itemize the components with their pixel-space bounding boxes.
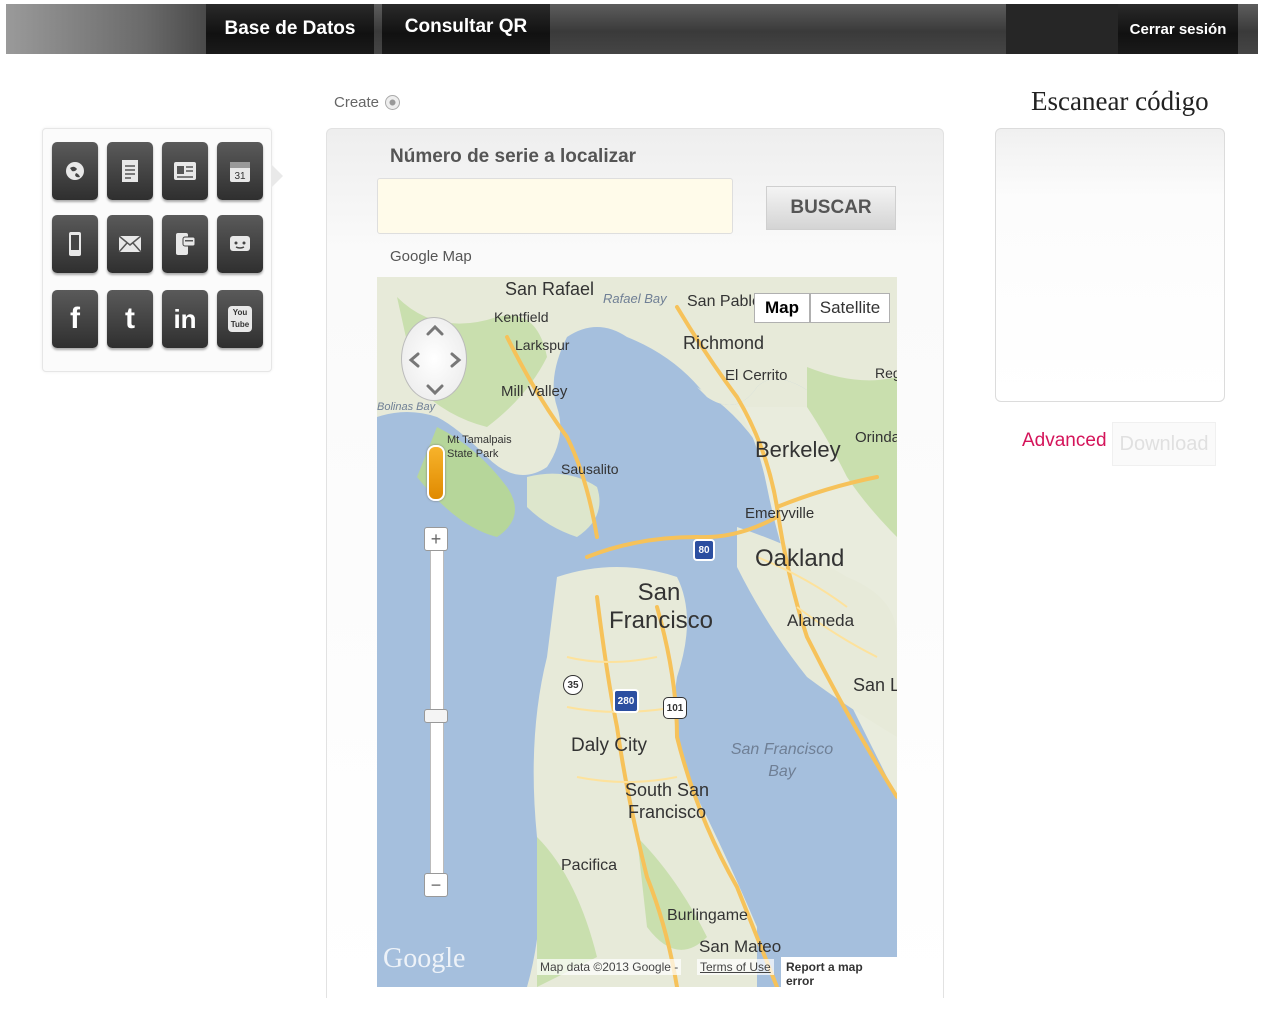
phone-icon[interactable] — [52, 215, 98, 273]
zoom-slider-handle[interactable] — [424, 709, 448, 723]
place-san-l: San L — [853, 675, 897, 695]
google-logo: Google — [383, 943, 466, 974]
place-el-cerrito: El Cerrito — [725, 367, 788, 384]
place-mill-valley: Mill Valley — [501, 383, 568, 400]
place-kentfield: Kentfield — [494, 309, 549, 325]
business-card-icon[interactable] — [162, 142, 208, 200]
qr-preview-box — [995, 128, 1225, 402]
us-101-shield: 101 — [663, 697, 687, 719]
map-label: Google Map — [390, 248, 472, 265]
place-mt-tamalpais: Mt Tamalpais State Park — [447, 434, 512, 460]
route-35-shield: 35 — [563, 675, 583, 695]
youtube-label: You Tube — [228, 306, 252, 332]
sms-icon[interactable] — [162, 215, 208, 273]
facebook-letter: f — [70, 302, 80, 335]
interstate-80-shield: 80 — [693, 539, 715, 561]
document-icon[interactable] — [107, 142, 153, 200]
navbar-background — [6, 4, 206, 54]
twitter-icon[interactable]: t — [107, 290, 153, 348]
create-option: Create — [334, 94, 401, 111]
map-type-satellite-button[interactable]: Satellite — [810, 293, 890, 323]
map-type-map-button[interactable]: Map — [754, 293, 810, 323]
calendar-day-text: 31 — [234, 171, 246, 182]
serial-number-input[interactable] — [377, 178, 733, 234]
advanced-link[interactable]: Advanced — [1022, 430, 1107, 452]
top-navbar: Base de Datos Consultar QR Cerrar sesión — [6, 4, 1258, 54]
place-bolinas-bay: Bolinas Bay — [377, 401, 436, 413]
serial-number-label: Número de serie a localizar — [390, 146, 637, 167]
search-button[interactable]: BUSCAR — [766, 186, 896, 230]
place-san-francisco: San Francisco — [609, 579, 714, 634]
place-larkspur: Larkspur — [515, 337, 570, 353]
linkedin-icon[interactable]: in — [162, 290, 208, 348]
zoom-out-button[interactable]: − — [424, 873, 448, 897]
linkedin-letters: in — [173, 303, 197, 334]
globe-icon[interactable] — [52, 142, 98, 200]
place-oakland: Oakland — [755, 545, 845, 572]
logout-button[interactable]: Cerrar sesión — [1118, 4, 1238, 54]
place-richmond: Richmond — [683, 333, 765, 353]
place-alameda: Alameda — [787, 611, 855, 630]
pan-control[interactable] — [401, 317, 467, 401]
create-radio[interactable] — [385, 95, 401, 110]
tab-consultar-qr[interactable]: Consultar QR — [382, 4, 550, 54]
place-burlingame: Burlingame — [667, 907, 748, 924]
download-button[interactable]: Download — [1112, 422, 1216, 466]
interstate-280-shield: 280 — [613, 689, 639, 713]
terms-of-use-link[interactable]: Terms of Use — [697, 959, 774, 975]
place-berkeley: Berkeley — [755, 437, 841, 462]
place-daly-city: Daly City — [571, 735, 648, 756]
place-san-rafael: San Rafael — [505, 279, 595, 299]
twitter-letter: t — [125, 302, 135, 335]
place-san-pablo: San Pablo — [687, 293, 761, 310]
place-reg: Reg — [875, 365, 897, 381]
place-south-sf: South San Francisco — [624, 780, 710, 822]
chat-icon[interactable] — [217, 215, 263, 273]
create-label: Create — [334, 94, 380, 111]
zoom-in-button[interactable]: + — [424, 527, 448, 551]
place-sf-bay: San Francisco Bay — [730, 741, 834, 780]
tab-base-de-datos[interactable]: Base de Datos — [206, 4, 374, 54]
map-attribution: Map data ©2013 Google - — [537, 959, 682, 975]
facebook-icon[interactable]: f — [52, 290, 98, 348]
report-map-error-link[interactable]: Report a map error — [781, 957, 897, 987]
navbar-spacer — [1006, 4, 1118, 54]
google-map[interactable]: San Rafael Rafael Bay San Pablo Kentfiel… — [377, 277, 897, 987]
place-san-mateo: San Mateo — [699, 937, 782, 956]
place-emeryville: Emeryville — [745, 505, 815, 522]
calendar-icon[interactable]: 31 — [217, 142, 263, 200]
place-orinda: Orinda — [855, 429, 897, 446]
place-rafael-bay: Rafael Bay — [603, 291, 667, 306]
street-view-pegman-icon[interactable] — [427, 445, 445, 501]
place-pacifica: Pacifica — [561, 857, 618, 874]
pan-arrows-icon — [408, 324, 462, 396]
email-icon[interactable] — [107, 215, 153, 273]
scan-code-title: Escanear código — [1031, 86, 1209, 116]
youtube-icon[interactable]: You Tube — [217, 290, 263, 348]
place-sausalito: Sausalito — [561, 461, 619, 477]
